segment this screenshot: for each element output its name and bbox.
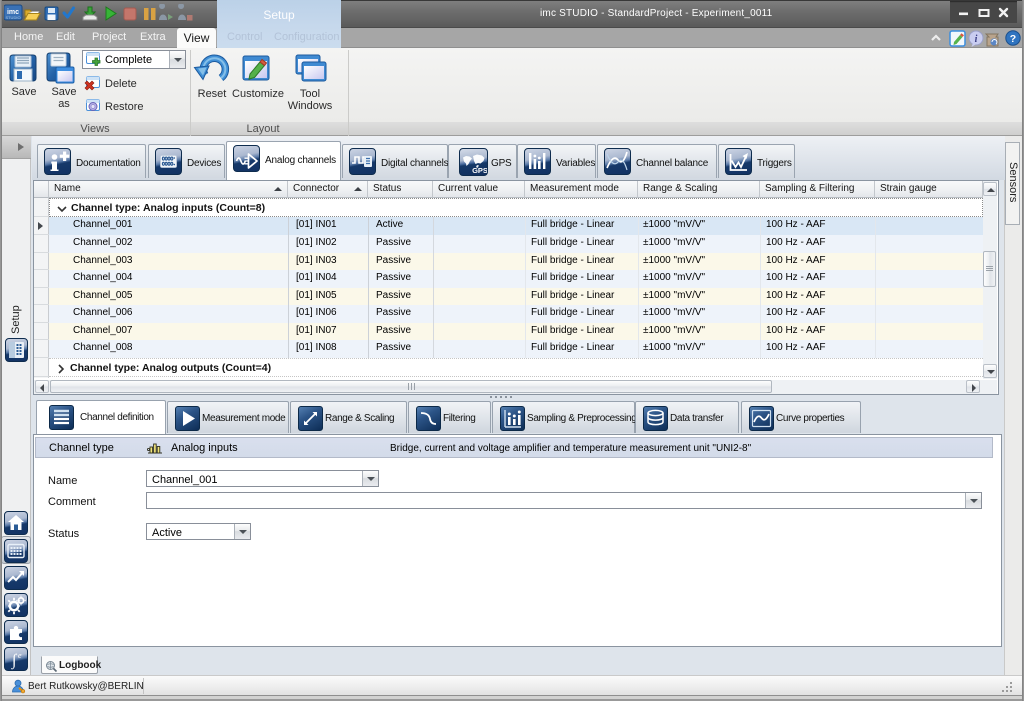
svg-text:∫: ∫ [11,652,18,670]
svg-text:STUDIO: STUDIO [5,15,20,20]
svg-text:i: i [975,34,978,45]
svg-text:e: e [18,651,22,660]
svg-text:GPS: GPS [472,166,487,175]
svg-text:?: ? [1010,33,1016,45]
